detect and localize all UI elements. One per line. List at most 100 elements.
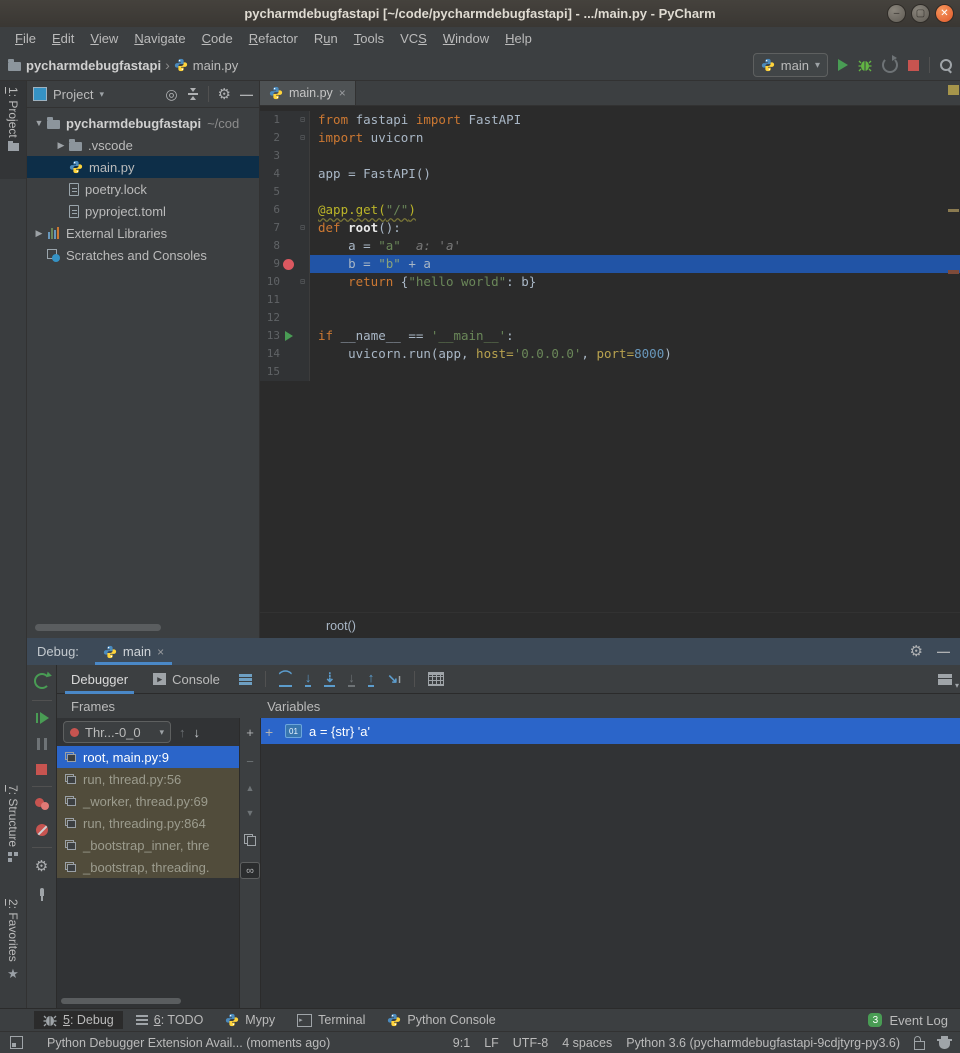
project-horizontal-scrollbar[interactable]	[35, 624, 161, 631]
remove-watch-icon[interactable]: −	[246, 755, 254, 768]
code-line-7[interactable]: 7⊟def root():	[260, 219, 960, 237]
show-watches-toggle[interactable]: ∞	[240, 862, 260, 879]
editor-tab-main-py[interactable]: main.py ×	[260, 81, 356, 105]
move-watch-down-icon[interactable]: ▼	[246, 809, 255, 818]
previous-frame-icon[interactable]: ↑	[179, 725, 186, 740]
tree-item-scratches-and-consoles[interactable]: Scratches and Consoles	[27, 244, 259, 266]
search-everywhere-icon[interactable]	[940, 59, 952, 71]
file-encoding[interactable]: UTF-8	[513, 1036, 548, 1050]
gutter[interactable]: 13	[260, 327, 310, 345]
editor-error-stripe[interactable]	[947, 81, 960, 612]
warning-stripe-mark[interactable]	[948, 209, 959, 212]
stack-frame-row[interactable]: run, threading.py:864	[57, 812, 239, 834]
mute-breakpoints-icon[interactable]	[36, 824, 48, 836]
view-breakpoints-icon[interactable]	[35, 798, 49, 810]
debug-session-tab[interactable]: main ×	[95, 638, 172, 665]
gutter[interactable]: 10⊟	[260, 273, 310, 291]
gutter[interactable]: 11	[260, 291, 310, 309]
variable-row[interactable]: 01a = {str} 'a'	[261, 718, 960, 744]
menu-help[interactable]: Help	[498, 29, 539, 48]
tree-item--vscode[interactable]: ▶.vscode	[27, 134, 259, 156]
gutter[interactable]: 8	[260, 237, 310, 255]
force-step-into-icon[interactable]: ↓	[348, 671, 355, 687]
code-line-15[interactable]: 15	[260, 363, 960, 381]
readonly-lock-icon[interactable]	[914, 1041, 925, 1050]
stack-frame-row[interactable]: root, main.py:9	[57, 746, 239, 768]
run-to-cursor-icon[interactable]: ↘I	[387, 672, 401, 687]
gutter[interactable]: 7⊟	[260, 219, 310, 237]
duplicate-watch-icon[interactable]	[244, 834, 256, 846]
tree-item-main-py[interactable]: main.py	[27, 156, 259, 178]
gutter[interactable]: 14	[260, 345, 310, 363]
breadcrumb-project[interactable]: pycharmdebugfastapi	[8, 58, 161, 73]
hide-panel-icon[interactable]: —	[240, 87, 253, 102]
stop-button[interactable]	[908, 60, 919, 71]
python-interpreter[interactable]: Python 3.6 (pycharmdebugfastapi-9cdjtyrg…	[626, 1036, 900, 1050]
locate-file-icon[interactable]: ◎	[165, 87, 177, 101]
hide-panel-icon[interactable]: —	[937, 644, 950, 659]
tab-debugger[interactable]: Debugger	[65, 665, 134, 694]
menu-refactor[interactable]: Refactor	[242, 29, 305, 48]
menu-view[interactable]: View	[83, 29, 125, 48]
toolwindow-button-mypy[interactable]: Mypy	[216, 1011, 284, 1029]
stack-frame-row[interactable]: _bootstrap, threading.	[57, 856, 239, 878]
toolwindow-button-terminal[interactable]: ▸Terminal	[288, 1011, 374, 1029]
fold-marker[interactable]: ⊟	[297, 219, 308, 237]
breadcrumb-scope[interactable]: root()	[326, 619, 356, 633]
frames-horizontal-scrollbar[interactable]	[61, 998, 181, 1004]
toolwindow-button-5-debug[interactable]: 5: Debug	[34, 1011, 123, 1029]
breakpoint-stripe-mark[interactable]	[948, 270, 959, 274]
caret-position[interactable]: 9:1	[453, 1036, 470, 1050]
menu-file[interactable]: File	[8, 29, 43, 48]
stack-frame-row[interactable]: _bootstrap_inner, thre	[57, 834, 239, 856]
run-configuration-select[interactable]: main ▾	[753, 53, 828, 77]
menu-window[interactable]: Window	[436, 29, 496, 48]
sidebar-item-favorites[interactable]: 2: Favorites ★	[0, 893, 26, 1005]
tree-item-external-libraries[interactable]: ▶External Libraries	[27, 222, 259, 244]
title-bar[interactable]: pycharmdebugfastapi [~/code/pycharmdebug…	[0, 0, 960, 28]
breakpoint-icon[interactable]	[283, 259, 294, 270]
rerun-button-disabled[interactable]	[882, 57, 898, 73]
menu-code[interactable]: Code	[195, 29, 240, 48]
add-watch-icon[interactable]: +	[246, 726, 254, 739]
inspections-hector-icon[interactable]	[939, 1041, 950, 1049]
stop-icon[interactable]	[36, 764, 47, 775]
rerun-debug-icon[interactable]	[34, 673, 50, 689]
stack-frame-row[interactable]: _worker, thread.py:69	[57, 790, 239, 812]
indent-style[interactable]: 4 spaces	[562, 1036, 612, 1050]
toolwindow-button-6-todo[interactable]: 6: TODO	[127, 1011, 213, 1029]
code-line-4[interactable]: 4app = FastAPI()	[260, 165, 960, 183]
status-message[interactable]: Python Debugger Extension Avail... (mome…	[47, 1036, 330, 1050]
menu-tools[interactable]: Tools	[347, 29, 391, 48]
next-frame-icon[interactable]: ↓	[194, 725, 201, 740]
code-line-6[interactable]: 6@app.get("/")	[260, 201, 960, 219]
code-line-2[interactable]: 2⊟import uvicorn	[260, 129, 960, 147]
code-area[interactable]: 1⊟from fastapi import FastAPI2⊟import uv…	[260, 106, 960, 381]
debug-button[interactable]	[858, 59, 872, 72]
close-session-icon[interactable]: ×	[157, 645, 164, 659]
code-line-5[interactable]: 5	[260, 183, 960, 201]
thread-select[interactable]: Thr...-0_0 ▾	[63, 721, 171, 743]
step-into-my-code-icon[interactable]: ⇣	[324, 671, 335, 687]
move-watch-up-icon[interactable]: ▲	[246, 784, 255, 793]
fold-marker[interactable]: ⊟	[297, 111, 308, 129]
gutter[interactable]: 3	[260, 147, 310, 165]
gutter[interactable]: 5	[260, 183, 310, 201]
step-into-icon[interactable]: ↓	[305, 671, 312, 687]
event-log-button[interactable]: 3 Event Log	[868, 1013, 948, 1028]
resume-program-icon[interactable]	[36, 712, 48, 724]
gear-icon[interactable]: ⚙	[910, 644, 923, 659]
tool-window-toggle-icon[interactable]	[10, 1036, 23, 1049]
menu-vcs[interactable]: VCS	[393, 29, 434, 48]
menu-edit[interactable]: Edit	[45, 29, 81, 48]
add-variable-icon[interactable]: +	[265, 724, 273, 740]
run-button[interactable]	[838, 59, 848, 71]
inspection-status-mark[interactable]	[948, 85, 959, 95]
code-line-12[interactable]: 12	[260, 309, 960, 327]
code-line-13[interactable]: 13if __name__ == '__main__':	[260, 327, 960, 345]
evaluate-expression-icon[interactable]	[428, 672, 444, 686]
code-line-8[interactable]: 8 a = "a" a: 'a'	[260, 237, 960, 255]
step-over-icon[interactable]: ⌒	[279, 671, 292, 687]
pin-tab-icon[interactable]	[40, 888, 44, 896]
tree-item-poetry-lock[interactable]: poetry.lock	[27, 178, 259, 200]
